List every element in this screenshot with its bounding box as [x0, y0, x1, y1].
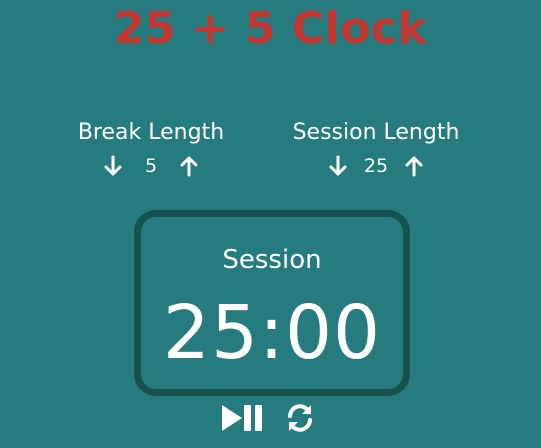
- break-increment-button[interactable]: [177, 154, 201, 178]
- refresh-icon: [288, 404, 312, 432]
- session-length-value: 25: [363, 155, 389, 177]
- session-increment-button[interactable]: [402, 154, 426, 178]
- arrow-up-icon: [180, 156, 198, 177]
- break-length-value: 5: [144, 155, 158, 177]
- session-length-panel: Session Length 25: [276, 118, 476, 180]
- break-length-panel: Break Length 5: [56, 118, 246, 180]
- timer-display: Session 25:00: [134, 210, 410, 396]
- timer-label: Session: [222, 245, 322, 275]
- time-left: 25:00: [162, 290, 382, 376]
- app-title: 25 + 5 Clock: [113, 3, 428, 54]
- session-length-label: Session Length: [292, 120, 460, 145]
- arrow-down-icon: [329, 155, 347, 176]
- timer-controls: [220, 400, 330, 436]
- session-length-controls: 25: [276, 152, 476, 180]
- session-decrement-button[interactable]: [326, 154, 350, 178]
- reset-button[interactable]: [284, 402, 316, 434]
- arrow-down-icon: [104, 155, 122, 176]
- arrow-up-icon: [405, 156, 423, 177]
- play-pause-icon: [222, 405, 262, 431]
- break-decrement-button[interactable]: [101, 154, 125, 178]
- clock-app: 25 + 5 Clock Break Length 5 Session Leng…: [0, 0, 541, 448]
- start-stop-button[interactable]: [220, 403, 266, 433]
- break-length-controls: 5: [56, 152, 246, 180]
- break-length-label: Break Length: [77, 120, 225, 145]
